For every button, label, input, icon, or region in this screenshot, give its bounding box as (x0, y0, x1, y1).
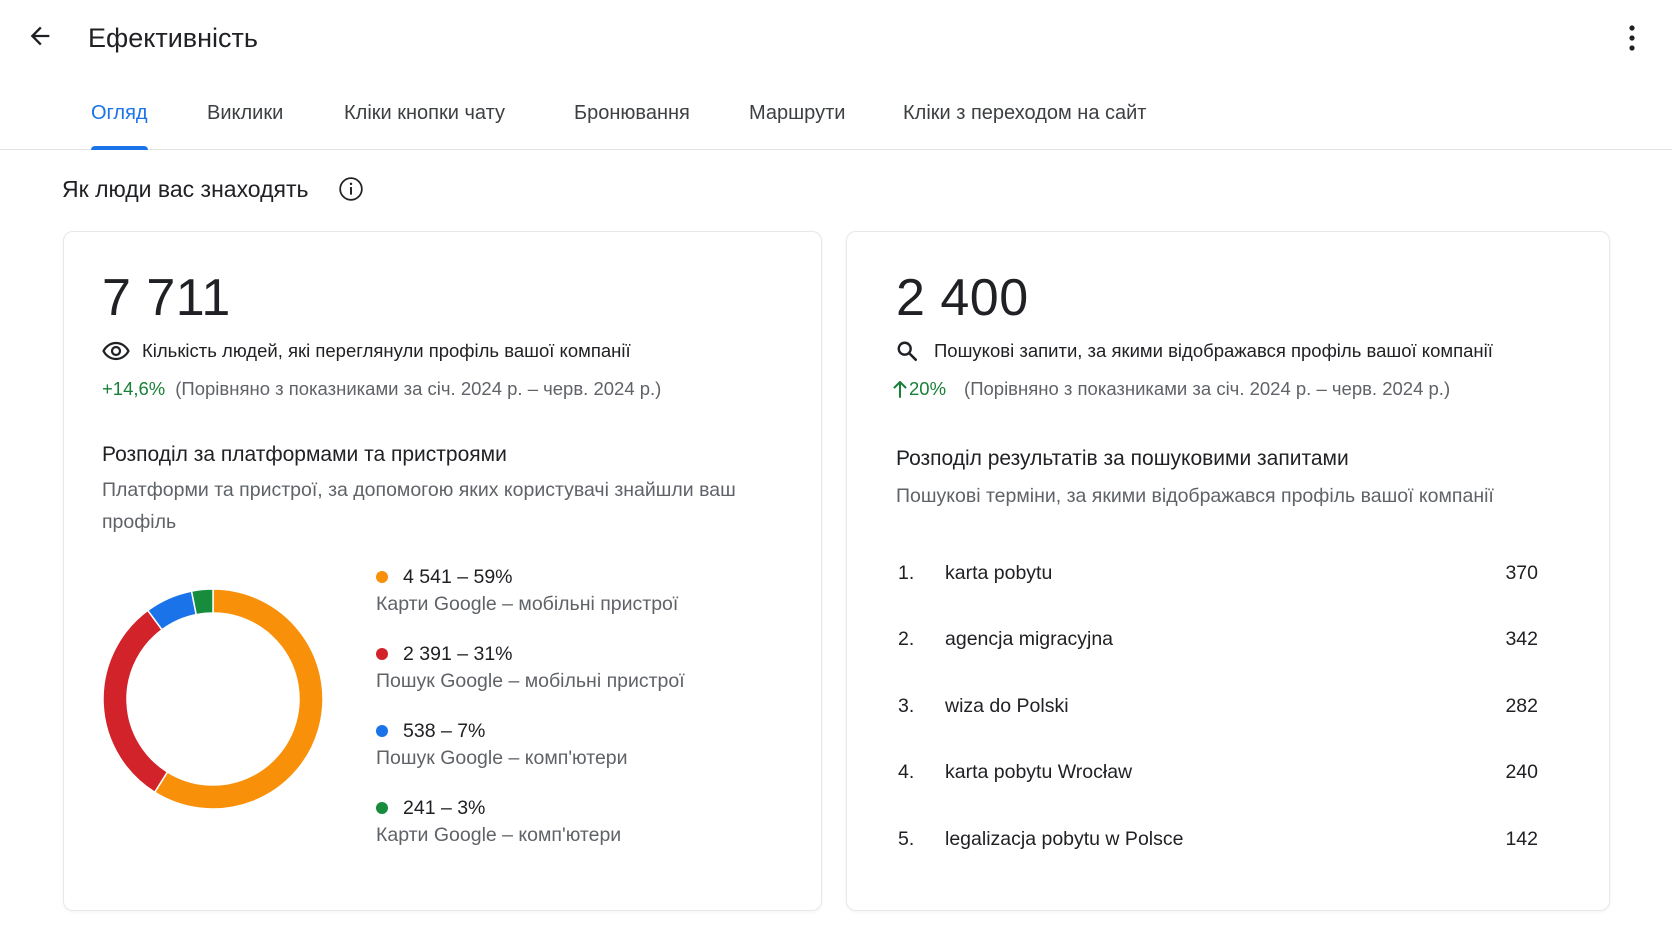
section-title: Як люди вас знаходять (62, 176, 309, 202)
query-rank: 3. (898, 694, 915, 717)
back-button[interactable] (18, 14, 62, 58)
query-count: 342 (1505, 627, 1538, 650)
tab-calls[interactable]: Виклики (207, 80, 283, 150)
slice-google-search-mobile (102, 609, 169, 794)
profile-views-delta: +14,6% (102, 378, 166, 399)
query-row: 2. agencja migracyjna 342 (898, 619, 1538, 659)
legend-label: Пошук Google – комп'ютери (376, 747, 628, 769)
query-rank: 1. (898, 561, 915, 584)
slice-google-maps-desktop (190, 588, 214, 616)
more-options-button[interactable] (1612, 16, 1652, 60)
legend-item: 2 391 – 31% Пошук Google – мобільні прис… (376, 639, 685, 693)
profile-views-comparison: (Порівняно з показниками за січ. 2024 р.… (175, 378, 662, 399)
legend-dot (376, 802, 388, 814)
query-count: 142 (1505, 827, 1538, 850)
query-rank: 4. (898, 760, 915, 783)
eye-icon (102, 341, 130, 361)
profile-views-total: 7 711 (102, 269, 231, 327)
queries-breakdown-description: Пошукові терміни, за якими відображався … (896, 485, 1494, 507)
more-vert-icon (1629, 25, 1635, 51)
query-term: agencja migracyjna (945, 627, 1114, 650)
tab-bar: Огляд Виклики Кліки кнопки чату Бронюван… (0, 80, 1672, 150)
search-icon (897, 341, 917, 361)
platform-breakdown-title: Розподіл за платформами та пристроями (102, 443, 507, 466)
query-count: 282 (1505, 694, 1538, 717)
legend-label: Карти Google – комп'ютери (376, 824, 622, 846)
query-row: 1. karta pobytu 370 (898, 553, 1538, 593)
query-term: wiza do Polski (945, 694, 1069, 717)
legend-label: Карти Google – мобільні пристрої (376, 593, 679, 615)
searches-metric: Пошукові запити, за якими відображався п… (896, 340, 1493, 362)
legend-item: 241 – 3% Карти Google – комп'ютери (376, 793, 621, 847)
query-term: karta pobytu Wrocław (945, 760, 1133, 783)
query-count: 370 (1505, 561, 1538, 584)
profile-views-comparison-row: +14,6% (Порівняно з показниками за січ. 2… (102, 378, 661, 400)
searches-delta: 20% (909, 378, 947, 399)
legend-value: 241 – 3% (403, 796, 486, 819)
arrow-up-icon (893, 380, 907, 398)
platform-donut-chart (102, 588, 324, 810)
searches-comparison: (Порівняно з показниками за січ. 2024 р.… (964, 378, 1451, 399)
queries-breakdown-title: Розподіл результатів за пошуковими запит… (896, 447, 1349, 470)
query-count: 240 (1505, 760, 1538, 783)
tab-directions[interactable]: Маршрути (749, 80, 845, 150)
top-app-bar: Ефективність (0, 0, 1672, 75)
query-term: legalizacja pobytu w Polsce (945, 827, 1184, 850)
info-icon[interactable] (338, 176, 364, 202)
platform-breakdown-description: Платформи та пристрої, за допомогою яких… (102, 479, 736, 533)
searches-total: 2 400 (896, 269, 1029, 327)
query-rank: 5. (898, 827, 915, 850)
query-rank: 2. (898, 627, 915, 650)
searches-label: Пошукові запити, за якими відображався п… (934, 340, 1493, 361)
legend-item: 538 – 7% Пошук Google – комп'ютери (376, 716, 628, 770)
legend-dot (376, 725, 388, 737)
legend-value: 538 – 7% (403, 719, 486, 742)
legend-item: 4 541 – 59% Карти Google – мобільні прис… (376, 562, 678, 616)
slice-google-maps-mobile (153, 588, 324, 810)
searches-comparison-row: 20% (Порівняно з показниками за січ. 2024… (893, 378, 1450, 400)
legend-dot (376, 648, 388, 660)
query-term: karta pobytu (945, 561, 1053, 584)
tab-website-clicks[interactable]: Кліки з переходом на сайт (903, 80, 1146, 150)
query-row: 3. wiza do Polski 282 (898, 686, 1538, 726)
profile-views-label: Кількість людей, які переглянули профіль… (142, 340, 631, 361)
legend-label: Пошук Google – мобільні пристрої (376, 670, 685, 692)
query-row: 5. legalizacja pobytu w Polsce 142 (898, 819, 1538, 859)
tab-overview[interactable]: Огляд (91, 80, 148, 150)
legend-value: 2 391 – 31% (403, 642, 513, 665)
legend-dot (376, 571, 388, 583)
arrow-back-icon (30, 26, 50, 46)
query-row: 4. karta pobytu Wrocław 240 (898, 752, 1538, 792)
tab-bookings[interactable]: Бронювання (574, 80, 690, 150)
legend-value: 4 541 – 59% (403, 565, 513, 588)
page-title: Ефективність (88, 23, 258, 53)
tab-chat-clicks[interactable]: Кліки кнопки чату (344, 80, 505, 150)
profile-views-metric: Кількість людей, які переглянули профіль… (102, 340, 631, 362)
